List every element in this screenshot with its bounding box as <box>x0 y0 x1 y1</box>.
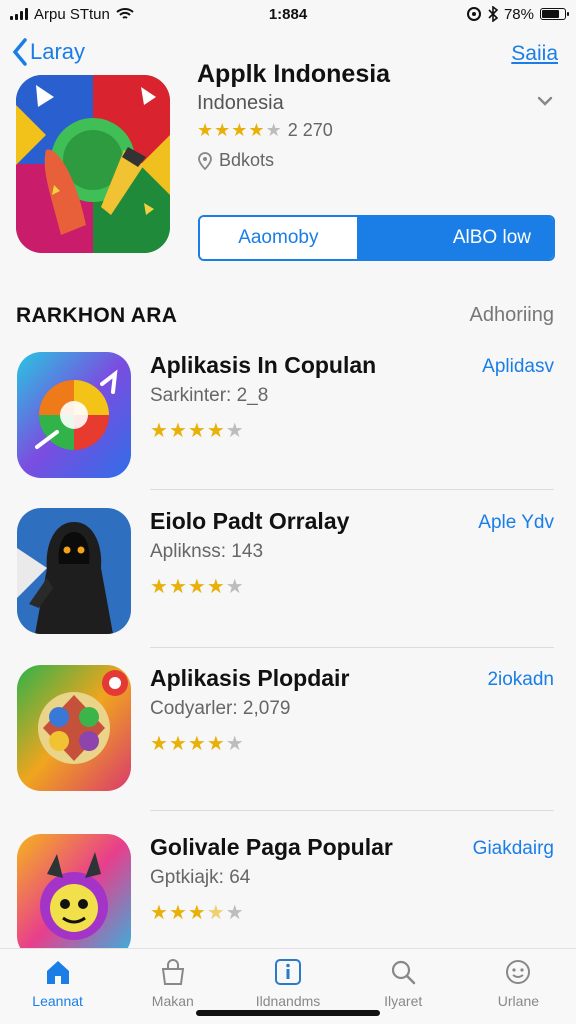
app-rating: ★ ★ ★ ★ ★ 2 270 <box>197 120 333 141</box>
list-item-stars: ★ ★ ★ ★ ★ <box>150 418 244 443</box>
tab-label: Ilyaret <box>384 993 423 1009</box>
star-icon: ★ <box>187 420 206 442</box>
segment-left[interactable]: Aaomoby <box>200 217 359 259</box>
tab-home[interactable]: Leannat <box>0 949 115 1024</box>
list-item-name: Aplikasis In Copulan <box>150 352 377 378</box>
signal-icon <box>10 8 28 20</box>
back-button[interactable]: Laray <box>12 38 85 66</box>
star-icon: ★ <box>231 120 248 140</box>
wifi-icon <box>116 8 134 19</box>
home-icon <box>46 961 69 984</box>
list-item-action[interactable]: Aple Ydv <box>478 512 554 534</box>
list-item-subtitle: Sarkinter: 2_8 <box>150 385 269 406</box>
list-item-action[interactable]: Aplidasv <box>482 356 554 378</box>
back-label: Laray <box>30 39 86 64</box>
segmented-control: Aaomoby AlBO low <box>198 215 555 261</box>
smile-face-icon <box>506 960 531 984</box>
nav-right-button[interactable]: Saiia <box>511 42 558 66</box>
star-icon: ★ <box>187 733 206 755</box>
list-item-name: Eiolo Padt Orralay <box>150 508 350 534</box>
star-icon: ★ <box>206 576 225 598</box>
bag-icon <box>161 959 184 985</box>
star-icon: ★ <box>214 120 231 140</box>
game-pad-icon <box>17 665 131 791</box>
app-subtitle: Indonesia <box>197 92 284 114</box>
star-icon: ★ <box>187 902 206 924</box>
star-icon: ★ <box>225 420 244 442</box>
list-item-action[interactable]: 2iokadn <box>487 669 554 691</box>
location-label: Bdkots <box>219 150 275 170</box>
tab-label: Urlane <box>497 993 540 1009</box>
bluetooth-icon <box>488 6 498 22</box>
location-arrow-icon <box>466 7 481 21</box>
chevron-down-icon[interactable] <box>536 92 554 110</box>
star-icon: ★ <box>248 120 265 140</box>
hooded-figure-icon <box>17 508 131 634</box>
section-action-link[interactable]: Adhoriing <box>469 304 554 327</box>
list-item[interactable]: Golivale Paga Popular Gptkiajk: 64 ★ ★ ★ ★ ★… <box>0 834 576 948</box>
segment-right[interactable]: AlBO low <box>358 217 553 259</box>
location-pin-icon <box>198 151 212 170</box>
section-title: RARKHON ARA <box>16 304 178 327</box>
star-icon: ★ <box>168 420 187 442</box>
list-item-stars: ★ ★ ★ ★ ★ <box>150 731 244 756</box>
divider <box>150 810 554 811</box>
star-icon: ★ <box>168 902 187 924</box>
tab-profile[interactable]: Urlane <box>461 949 576 1024</box>
tab-label: Makan <box>151 993 194 1009</box>
rating-count: 2 270 <box>287 120 333 140</box>
list-item-subtitle: Apliknss: 143 <box>150 541 264 562</box>
app-icon <box>16 75 170 253</box>
info-square-icon <box>275 959 301 985</box>
list-item-name: Golivale Paga Popular <box>150 834 393 860</box>
star-icon: ★ <box>168 733 187 755</box>
star-icon: ★ <box>197 120 214 140</box>
list-item[interactable]: Aplikasis In Copulan Sarkinter: 2_8 ★ ★ ★ ★… <box>0 352 576 502</box>
rating-stars: ★ ★ ★ ★ ★ <box>197 120 282 141</box>
list-item-subtitle: Codyarler: 2,079 <box>150 698 291 719</box>
star-icon: ★ <box>265 120 282 140</box>
star-icon: ★ <box>168 576 187 598</box>
divider <box>150 647 554 648</box>
monster-face-icon <box>17 834 131 948</box>
app-title: Applk Indonesia <box>197 60 391 88</box>
list-item-name: Aplikasis Plopdair <box>150 665 350 691</box>
star-icon: ★ <box>150 733 168 755</box>
list-item[interactable]: Eiolo Padt Orralay Apliknss: 143 ★ ★ ★ ★ ★ A… <box>0 508 576 658</box>
star-icon: ★ <box>150 420 168 442</box>
tab-label: Leannat <box>32 993 83 1009</box>
chevron-left-icon <box>12 38 27 66</box>
tab-label: Ildnandms <box>255 993 321 1009</box>
list-item-subtitle: Gptkiajk: 64 <box>150 867 251 888</box>
star-icon: ★ <box>206 733 225 755</box>
star-icon: ★ <box>150 902 168 924</box>
divider <box>150 489 554 490</box>
star-icon: ★ <box>187 576 206 598</box>
star-icon: ★ <box>150 576 168 598</box>
star-icon: ★ <box>225 733 244 755</box>
list-item-stars: ★ ★ ★ ★ ★ <box>150 574 244 599</box>
status-bar: Arpu STtun 1:884 78% <box>0 0 576 28</box>
star-icon: ★ <box>225 576 244 598</box>
chrome-swirl-icon <box>17 352 131 478</box>
home-indicator <box>196 1010 380 1016</box>
app-location: Bdkots <box>197 150 274 171</box>
list-item[interactable]: Aplikasis Plopdair Codyarler: 2,079 ★ ★ ★ ★… <box>0 665 576 815</box>
battery-percent: 78% <box>503 5 534 23</box>
carrier-label: Arpu STtun <box>34 5 110 23</box>
star-icon: ★ <box>206 902 225 924</box>
star-icon: ★ <box>206 420 225 442</box>
list-item-stars: ★ ★ ★ ★ ★ <box>150 900 244 925</box>
battery-icon <box>540 8 569 20</box>
star-icon: ★ <box>225 902 244 924</box>
list-item-action[interactable]: Giakdairg <box>473 838 554 860</box>
search-icon <box>392 960 416 985</box>
